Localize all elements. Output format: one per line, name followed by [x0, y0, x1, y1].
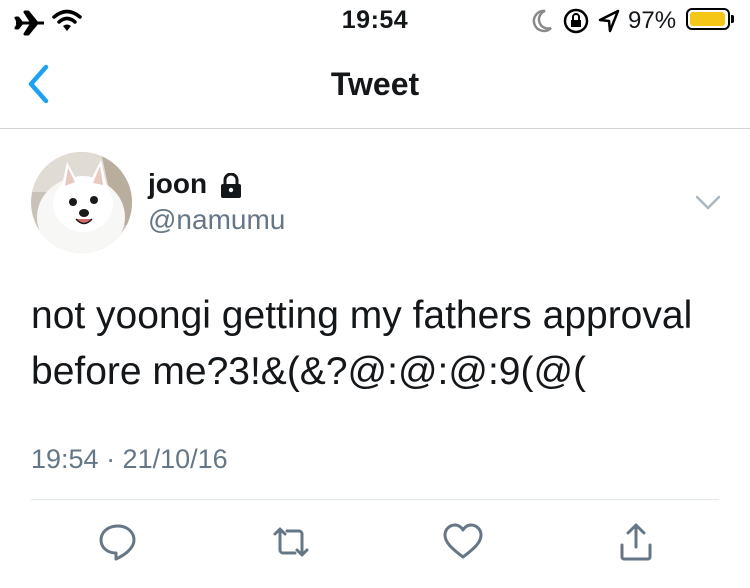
retweet-icon — [273, 527, 309, 557]
tweet-text-line-2: before me?3!&(&?@:@:@:9(@( — [31, 350, 587, 393]
location-arrow-icon — [598, 9, 620, 33]
author-handle[interactable]: @namumu — [148, 204, 285, 236]
lock-icon — [221, 173, 241, 198]
battery-icon — [686, 8, 730, 30]
tweet-timestamp: 19:54 · 21/10/16 — [31, 444, 228, 474]
page-title: Tweet — [330, 66, 420, 102]
nav-divider — [0, 128, 750, 129]
battery-percent: 97% — [628, 7, 677, 34]
dog-avatar-image — [31, 152, 132, 253]
heart-icon — [443, 523, 483, 559]
moon-icon — [532, 9, 552, 33]
battery-nub — [731, 15, 734, 23]
reply-button[interactable] — [96, 520, 140, 564]
tweet-divider — [31, 499, 719, 500]
tweet-text: not yoongi getting my fathers approval b… — [31, 288, 731, 400]
share-icon — [620, 523, 652, 561]
avatar[interactable] — [31, 152, 132, 253]
author-name[interactable]: joon — [148, 168, 207, 200]
retweet-button[interactable] — [269, 520, 313, 564]
author-name-text: joon — [148, 168, 208, 199]
reply-icon — [99, 524, 136, 561]
chevron-down-icon[interactable] — [694, 194, 722, 212]
tweet-text-line-1: not yoongi getting my fathers approval — [31, 294, 693, 337]
battery-fill — [690, 12, 725, 26]
orientation-lock-icon — [563, 8, 589, 34]
share-button[interactable] — [614, 520, 658, 564]
like-button[interactable] — [441, 520, 485, 564]
